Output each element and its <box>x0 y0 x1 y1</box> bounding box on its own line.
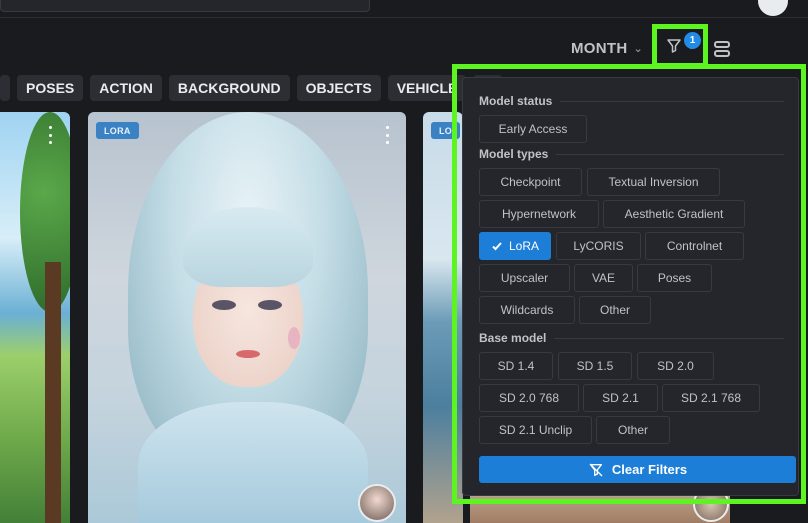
chevron-down-icon: ⌄ <box>633 43 644 55</box>
section-model-types: Model types <box>479 147 784 161</box>
filter-chip-wildcards[interactable]: Wildcards <box>479 296 575 324</box>
filter-button[interactable] <box>652 24 708 68</box>
user-avatar[interactable] <box>758 0 788 16</box>
filter-chip-sd21[interactable]: SD 2.1 <box>583 384 658 412</box>
filter-chip-controlnet[interactable]: Controlnet <box>645 232 744 260</box>
filter-count-badge: 1 <box>684 32 701 49</box>
more-options-icon[interactable] <box>384 126 390 144</box>
tag-chip-background[interactable]: BACKGROUND <box>168 75 290 101</box>
filter-chip-textual-inversion[interactable]: Textual Inversion <box>587 168 720 196</box>
portrait-dress <box>138 402 368 523</box>
divider <box>554 337 784 339</box>
filter-chip-early-access[interactable]: Early Access <box>479 115 587 143</box>
more-options-icon[interactable] <box>47 126 53 144</box>
filter-chip-aesthetic-gradient[interactable]: Aesthetic Gradient <box>603 200 745 228</box>
divider <box>556 153 784 155</box>
section-model-status: Model status <box>479 94 784 108</box>
tag-chip-action[interactable]: ACTION <box>90 75 162 101</box>
section-title: Base model <box>479 331 547 345</box>
portrait-eye-right <box>258 300 282 310</box>
search-input[interactable] <box>0 0 370 12</box>
layout-toggle-button[interactable] <box>713 40 731 58</box>
portrait-bangs <box>183 207 313 287</box>
filter-chip-vae[interactable]: VAE <box>574 264 633 292</box>
divider <box>560 100 784 102</box>
portrait-earring <box>288 327 300 349</box>
filter-chip-other-type[interactable]: Other <box>579 296 651 324</box>
filter-icon <box>666 39 681 53</box>
clear-filters-label: Clear Filters <box>611 462 688 477</box>
layout-icon <box>714 41 730 57</box>
top-header <box>0 0 808 18</box>
filter-chip-upscaler[interactable]: Upscaler <box>479 264 570 292</box>
filter-chip-sd21-768[interactable]: SD 2.1 768 <box>662 384 760 412</box>
creator-avatar[interactable] <box>358 484 396 522</box>
filter-off-icon <box>589 463 603 476</box>
filter-chip-sd20-768[interactable]: SD 2.0 768 <box>479 384 579 412</box>
chip-label: LoRA <box>508 239 540 253</box>
portrait-lips <box>236 350 260 358</box>
filter-chip-other-base[interactable]: Other <box>596 416 670 444</box>
filter-chip-hypernetwork[interactable]: Hypernetwork <box>479 200 599 228</box>
tag-chip-poses[interactable]: POSES <box>17 75 84 101</box>
filter-chip-sd14[interactable]: SD 1.4 <box>479 352 553 380</box>
filter-chip-lora[interactable]: LoRA <box>479 232 551 260</box>
tag-chip-objects[interactable]: OBJECTS <box>296 75 381 101</box>
clear-filters-button[interactable]: Clear Filters <box>479 456 796 483</box>
section-title: Model types <box>479 147 549 161</box>
check-icon <box>492 242 502 251</box>
tag-filter-row: POSES ACTION BACKGROUND OBJECTS VEHICLE … <box>0 75 502 101</box>
sort-period-label: MONTH <box>571 40 628 57</box>
filter-chip-sd15[interactable]: SD 1.5 <box>558 352 632 380</box>
sort-period-select[interactable]: MONTH ⌄ <box>571 40 643 57</box>
portrait-eye-left <box>212 300 236 310</box>
filter-chip-poses[interactable]: Poses <box>637 264 712 292</box>
section-title: Model status <box>479 94 553 108</box>
model-card-landscape[interactable] <box>0 112 70 523</box>
model-browser-page: MONTH ⌄ 1 POSES ACTION BACKGROUND OBJECT… <box>0 0 808 523</box>
landscape-trunk <box>45 262 61 523</box>
filter-popover: Model status Early Access Model types Ch… <box>462 77 799 496</box>
tag-chip[interactable] <box>0 75 10 101</box>
model-type-badge: LORA <box>96 122 139 139</box>
filter-chip-sd21-unclip[interactable]: SD 2.1 Unclip <box>479 416 592 444</box>
filter-chip-sd20[interactable]: SD 2.0 <box>637 352 714 380</box>
model-card-portrait[interactable]: LORA <box>88 112 406 523</box>
filter-chip-lycoris[interactable]: LyCORIS <box>556 232 641 260</box>
filter-chip-checkpoint[interactable]: Checkpoint <box>479 168 582 196</box>
section-base-model: Base model <box>479 331 784 345</box>
